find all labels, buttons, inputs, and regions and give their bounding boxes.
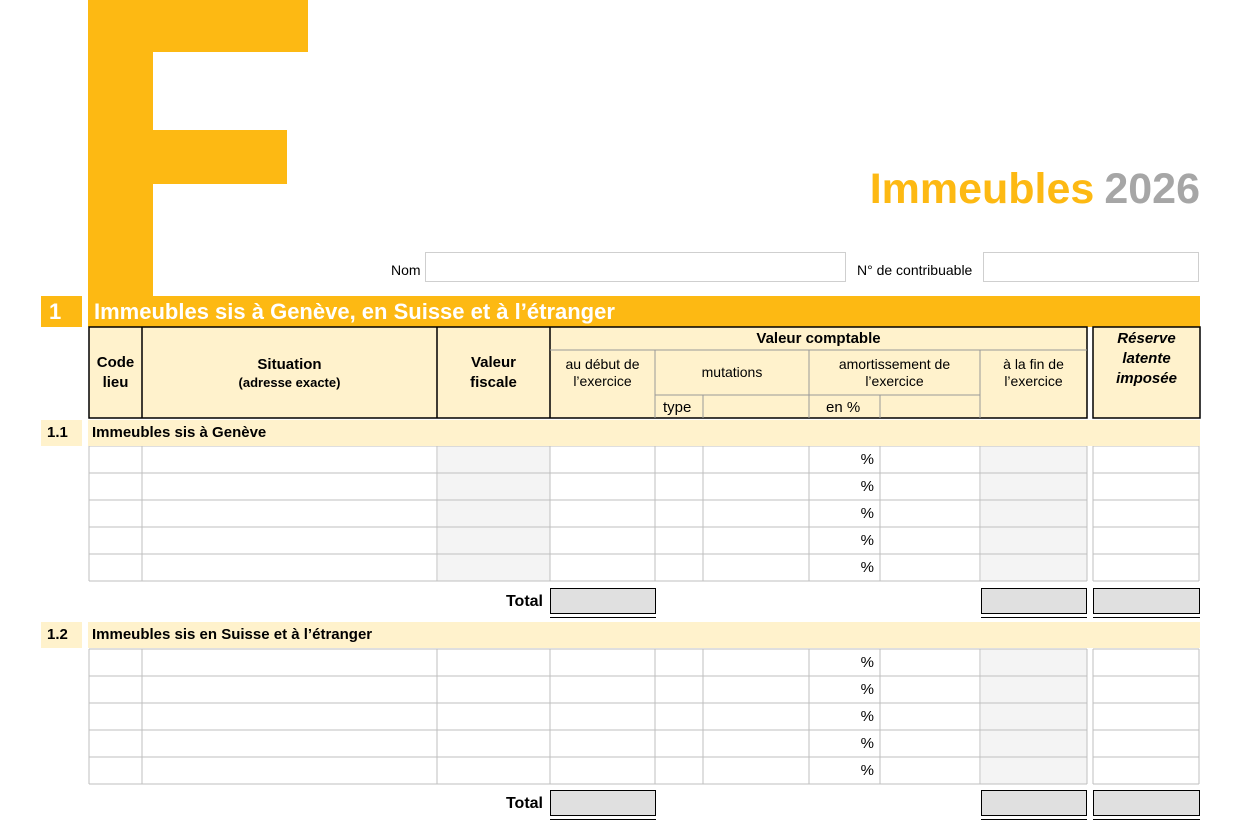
- percent-cell: %: [860, 735, 874, 752]
- total-underline: [1093, 617, 1200, 618]
- header-type: type: [663, 399, 692, 416]
- header-situation: Situation (adresse exacte): [142, 327, 437, 418]
- total-valeur-fiscale-1-1[interactable]: [550, 588, 656, 614]
- percent-cell: %: [860, 654, 874, 671]
- total-label-1-1: Total: [505, 593, 543, 610]
- header-fin-line1: à la fin de: [1003, 355, 1064, 372]
- total-reserve-1-2[interactable]: [1093, 790, 1200, 816]
- header-reserve-line1: Réserve: [1117, 330, 1176, 347]
- percent-cell: %: [860, 681, 874, 698]
- header-amortissement-line1: amortissement de: [838, 355, 951, 372]
- total-underline: [981, 819, 1087, 820]
- header-reserve-latente: Réserve latente imposée: [1093, 327, 1200, 418]
- header-debut-line1: au début de: [565, 355, 640, 372]
- total-underline: [550, 617, 656, 618]
- total-fin-exercice-1-1[interactable]: [981, 588, 1087, 614]
- percent-cell: %: [860, 532, 874, 549]
- header-debut-exercice: au début de l’exercice: [550, 350, 655, 395]
- header-fin-line2: l’exercice: [1004, 372, 1063, 389]
- header-valeur-fiscale: Valeur fiscale: [437, 327, 550, 418]
- total-underline: [981, 617, 1087, 618]
- header-valeur-fiscale-line1: Valeur: [470, 353, 517, 371]
- percent-cell: %: [860, 708, 874, 725]
- header-amortissement-line2: l’exercice: [865, 372, 924, 389]
- header-situation-title: Situation: [257, 355, 322, 373]
- subsection-1-2-title: Immeubles sis en Suisse et à l’étranger: [88, 622, 1200, 648]
- header-debut-line2: l’exercice: [573, 372, 632, 389]
- percent-cell: %: [860, 451, 874, 468]
- header-valeur-fiscale-line2: fiscale: [470, 373, 517, 391]
- header-code-lieu-line2: lieu: [102, 373, 129, 391]
- total-reserve-1-1[interactable]: [1093, 588, 1200, 614]
- percent-cell: %: [860, 762, 874, 779]
- total-valeur-fiscale-1-2[interactable]: [550, 790, 656, 816]
- total-fin-exercice-1-2[interactable]: [981, 790, 1087, 816]
- total-underline: [1093, 819, 1200, 820]
- header-reserve-line2: latente: [1122, 350, 1171, 367]
- header-mutations: mutations: [701, 364, 763, 380]
- header-fin-exercice: à la fin de l’exercice: [980, 350, 1087, 395]
- header-valeur-comptable: Valeur comptable: [756, 329, 881, 347]
- subsection-1-1-title: Immeubles sis à Genève: [88, 420, 1200, 446]
- percent-cell: %: [860, 505, 874, 522]
- percent-cell: %: [860, 478, 874, 495]
- header-code-lieu-line1: Code: [96, 353, 135, 371]
- percent-cell: %: [860, 559, 874, 576]
- header-en-pct: en %: [826, 399, 861, 416]
- subsection-1-1-number: 1.1: [41, 420, 82, 446]
- header-code-lieu: Code lieu: [89, 327, 142, 418]
- header-reserve-line3: imposée: [1116, 370, 1177, 387]
- total-label-1-2: Total: [505, 795, 543, 812]
- header-amortissement: amortissement de l’exercice: [809, 350, 980, 395]
- header-situation-sub: (adresse exacte): [238, 374, 341, 390]
- subsection-1-2-number: 1.2: [41, 622, 82, 648]
- total-underline: [550, 819, 656, 820]
